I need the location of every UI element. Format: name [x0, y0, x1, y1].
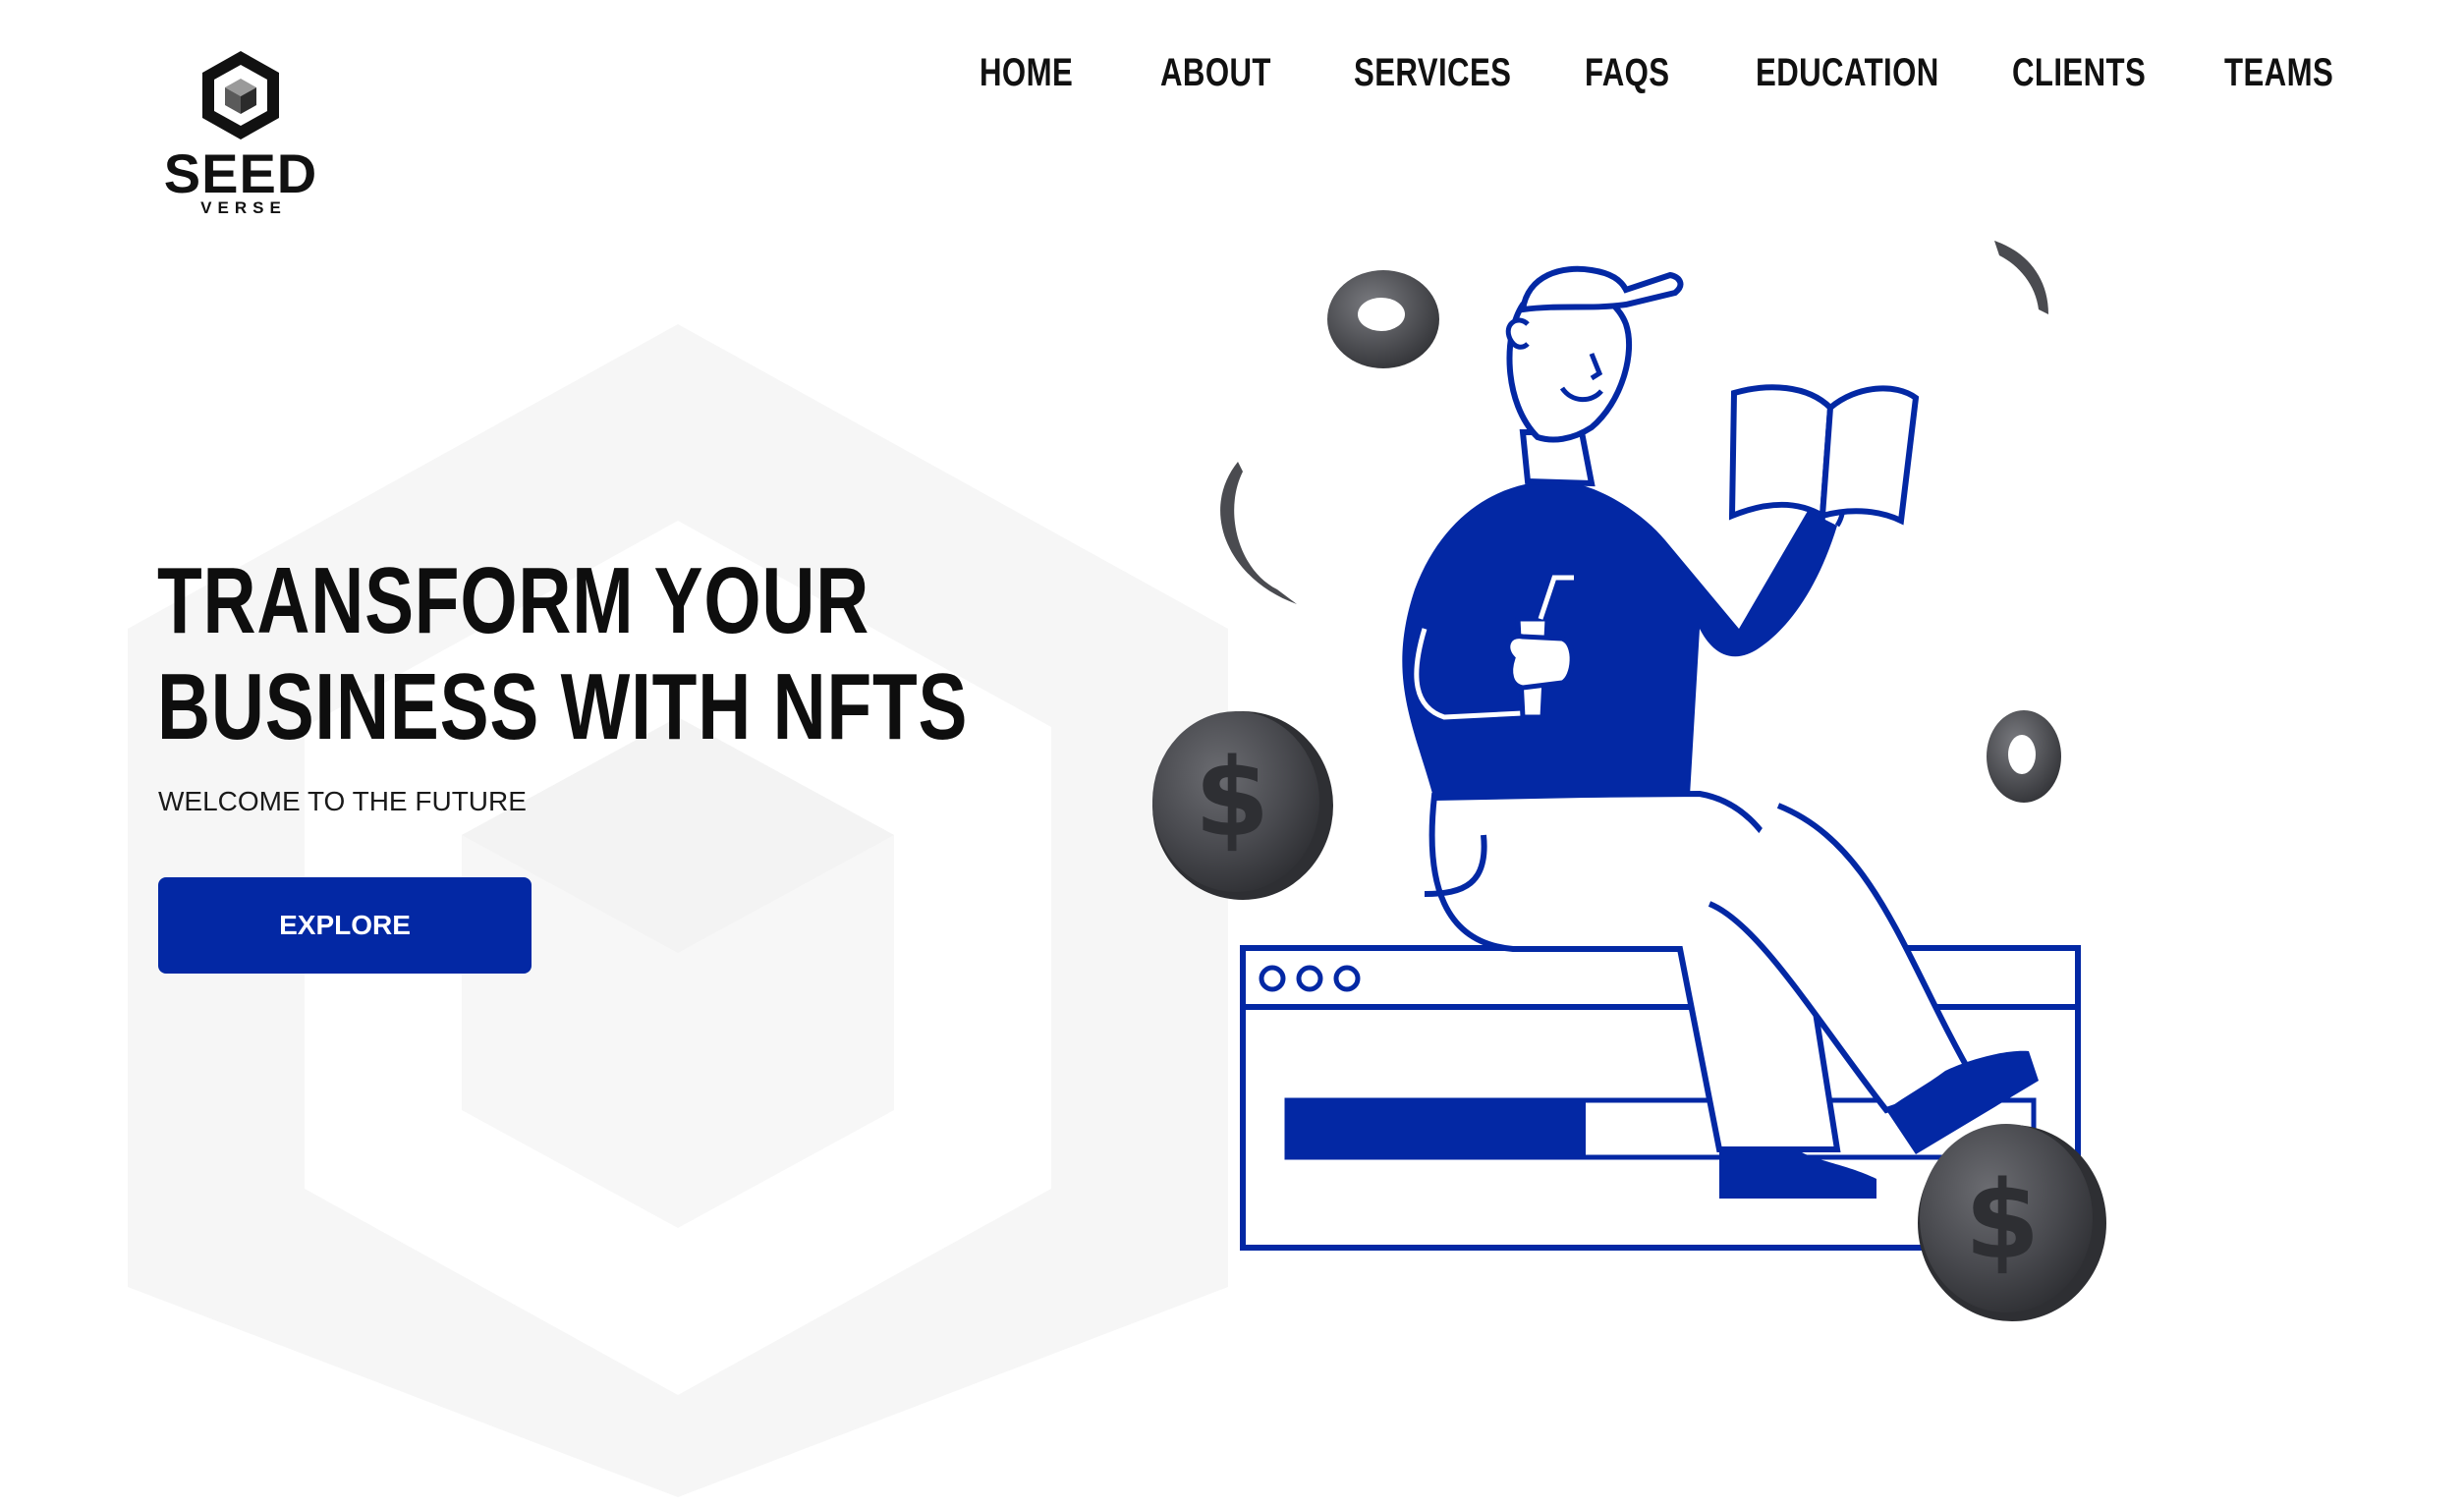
brand-name: SEED — [163, 142, 318, 204]
landing-page: SEED VERSE HOME ABOUT SERVICES FAQS EDUC… — [0, 0, 2464, 1507]
nav-item-clients[interactable]: CLIENTS — [2012, 43, 2146, 102]
explore-button[interactable]: EXPLORE — [158, 877, 532, 974]
nav-item-home[interactable]: HOME — [980, 43, 1073, 102]
hero-title-line-1: TRANSFORM YOUR — [157, 548, 870, 653]
hero-subtitle: WELCOME TO THE FUTURE — [158, 786, 527, 816]
ring-icon — [1987, 710, 2061, 803]
ring-icon — [1327, 270, 1439, 368]
coin-symbol: $ — [1195, 735, 1270, 861]
open-book-icon — [1728, 384, 1920, 526]
coin-symbol: $ — [1965, 1157, 2041, 1283]
main-nav: HOME ABOUT SERVICES FAQS EDUCATION CLIEN… — [0, 43, 2464, 102]
hero-title-line-2: BUSINESS WITH NFTS — [157, 654, 969, 759]
coin-icon: $ — [1152, 711, 1333, 900]
nav-item-services[interactable]: SERVICES — [1354, 43, 1511, 102]
nav-item-teams[interactable]: TEAMS — [2224, 43, 2333, 102]
hero-title: TRANSFORM YOUR BUSINESS WITH NFTS — [157, 548, 1000, 760]
arc-shape-icon — [1220, 462, 1297, 604]
progress-fill — [1287, 1100, 1586, 1157]
nav-item-education[interactable]: EDUCATION — [1756, 43, 1939, 102]
arc-shape-icon — [1994, 241, 2048, 314]
nav-item-about[interactable]: ABOUT — [1160, 43, 1271, 102]
coin-icon: $ — [1918, 1124, 2106, 1321]
hero-illustration: $ $ — [1152, 241, 2106, 1321]
nav-item-faqs[interactable]: FAQS — [1585, 43, 1670, 102]
